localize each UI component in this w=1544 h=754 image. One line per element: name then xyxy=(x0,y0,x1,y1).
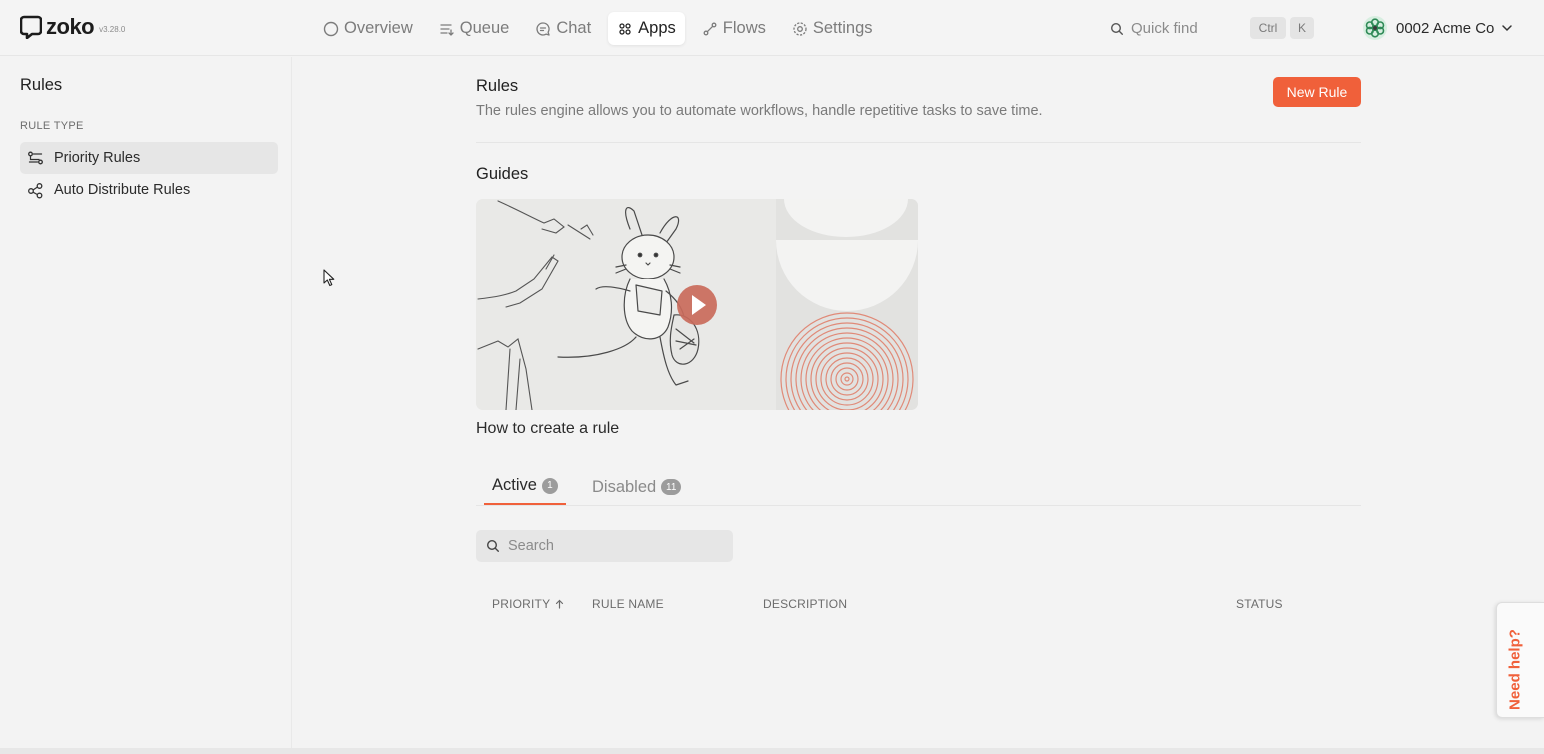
app-version: v3.28.0 xyxy=(99,24,126,34)
priority-rules-icon xyxy=(27,150,44,167)
circle-icon xyxy=(323,21,339,37)
rule-status-tabs: Active 1 Disabled 11 xyxy=(476,468,1361,506)
tab-label: Disabled xyxy=(592,477,657,496)
tab-active[interactable]: Active 1 xyxy=(484,468,566,505)
tab-disabled[interactable]: Disabled 11 xyxy=(584,468,689,506)
page-description: The rules engine allows you to automate … xyxy=(476,103,1043,119)
main-nav: Overview Queue Chat Apps Flows Settings xyxy=(314,12,890,45)
nav-label: Settings xyxy=(812,19,873,37)
header-divider xyxy=(476,142,1361,143)
new-rule-button[interactable]: New Rule xyxy=(1273,77,1361,107)
search-icon xyxy=(486,539,499,552)
search-icon xyxy=(1110,22,1123,35)
nav-label: Queue xyxy=(459,19,510,37)
flows-icon xyxy=(702,21,718,37)
column-header-label: DESCRIPTION xyxy=(763,597,848,611)
nav-label: Flows xyxy=(722,19,766,37)
zoko-logo-icon xyxy=(20,15,42,39)
bottom-edge xyxy=(0,748,1544,754)
column-header-description[interactable]: DESCRIPTION xyxy=(763,597,847,611)
video-illustration xyxy=(476,199,918,410)
column-header-label: RULE NAME xyxy=(592,597,664,611)
guides-heading: Guides xyxy=(476,165,529,183)
gear-icon xyxy=(792,21,808,37)
distribute-icon xyxy=(27,182,44,199)
nav-settings[interactable]: Settings xyxy=(783,12,882,45)
nav-label: Chat xyxy=(556,19,592,37)
quick-find[interactable]: Quick find Ctrl K xyxy=(1098,12,1320,45)
brand[interactable]: zoko v3.28.0 xyxy=(20,14,125,40)
nav-label: Overview xyxy=(344,19,413,37)
sidebar-title: Rules xyxy=(20,76,63,94)
account-name: 0002 Acme Co xyxy=(1396,19,1495,37)
search-input[interactable] xyxy=(508,538,718,554)
sidebar-item-priority-rules[interactable]: Priority Rules xyxy=(20,142,278,174)
top-bar: zoko v3.28.0 Overview Queue Chat Apps Fl… xyxy=(0,0,1544,56)
page-title: Rules xyxy=(476,77,519,95)
nav-flows[interactable]: Flows xyxy=(693,12,775,45)
queue-icon xyxy=(439,21,455,37)
column-header-status[interactable]: STATUS xyxy=(1236,597,1283,611)
rules-search[interactable] xyxy=(476,530,733,562)
nav-chat[interactable]: Chat xyxy=(526,12,600,45)
apps-grid-icon xyxy=(617,21,633,37)
video-caption: How to create a rule xyxy=(476,420,620,437)
account-avatar xyxy=(1363,16,1387,40)
column-header-priority[interactable]: PRIORITY xyxy=(492,597,564,611)
sort-ascending-icon xyxy=(556,599,564,609)
shortcut-ctrl-key: Ctrl xyxy=(1250,17,1286,39)
sidebar-section-label: RULE TYPE xyxy=(20,120,84,132)
guide-video-thumbnail[interactable] xyxy=(476,199,918,410)
account-switcher[interactable]: 0002 Acme Co xyxy=(1362,15,1513,41)
column-header-label: STATUS xyxy=(1236,597,1283,611)
need-help-label: Need help? xyxy=(1506,629,1524,710)
sidebar-item-auto-distribute-rules[interactable]: Auto Distribute Rules xyxy=(20,174,278,206)
tab-label: Active xyxy=(492,476,537,494)
nav-label: Apps xyxy=(638,19,676,37)
shortcut-k-key: K xyxy=(1290,17,1314,39)
nav-overview[interactable]: Overview xyxy=(314,12,422,45)
count-badge: 11 xyxy=(661,479,682,495)
count-badge: 1 xyxy=(541,477,558,494)
column-header-label: PRIORITY xyxy=(492,597,551,611)
brand-name: zoko xyxy=(46,14,95,39)
sidebar-item-label: Priority Rules xyxy=(54,150,141,166)
column-header-rule-name[interactable]: RULE NAME xyxy=(592,597,664,611)
chevron-down-icon xyxy=(1502,25,1513,32)
mouse-cursor-icon xyxy=(323,269,335,287)
chat-icon xyxy=(535,21,551,37)
nav-apps[interactable]: Apps xyxy=(608,12,685,45)
need-help-button[interactable]: Need help? xyxy=(1496,602,1544,718)
nav-queue[interactable]: Queue xyxy=(430,12,519,45)
rules-sidebar: Rules RULE TYPE Priority Rules Auto Dist… xyxy=(0,57,292,754)
quick-find-placeholder: Quick find xyxy=(1131,20,1198,37)
sidebar-item-label: Auto Distribute Rules xyxy=(54,182,191,198)
